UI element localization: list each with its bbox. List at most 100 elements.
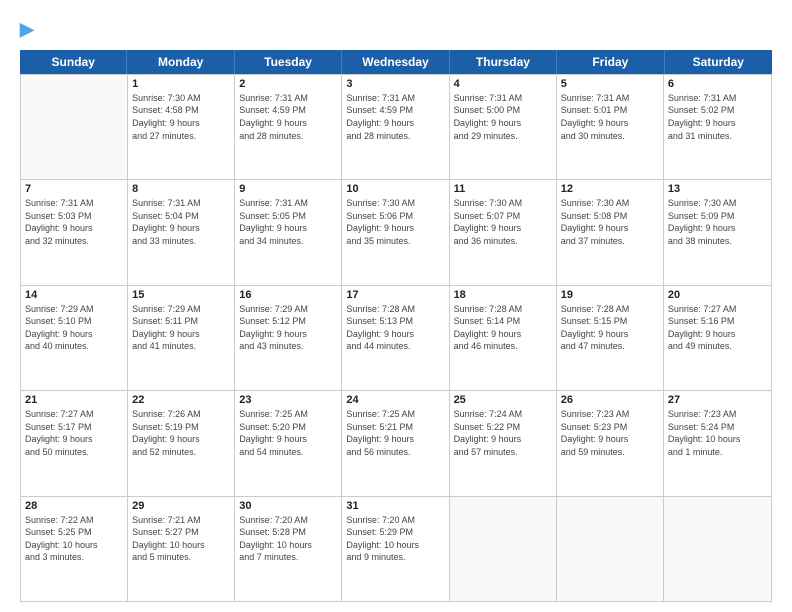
calendar-cell: 18 Sunrise: 7:28 AM Sunset: 5:14 PM Dayli… (450, 286, 557, 390)
day-info: Sunrise: 7:29 AM Sunset: 5:10 PM Dayligh… (25, 303, 123, 353)
calendar-cell: 13Sunrise: 7:30 AM Sunset: 5:09 PM Dayli… (664, 180, 771, 284)
day-info: Sunrise: 7:30 AM Sunset: 5:07 PM Dayligh… (454, 197, 552, 247)
day-info: Sunrise: 7:31 AM Sunset: 5:05 PM Dayligh… (239, 197, 337, 247)
day-info: Sunrise: 7:31 AM Sunset: 4:59 PM Dayligh… (346, 92, 444, 142)
day-number: 6 (668, 78, 767, 90)
day-info: Sunrise: 7:31 AM Sunset: 5:03 PM Dayligh… (25, 197, 123, 247)
day-info: Sunrise: 7:31 AM Sunset: 5:02 PM Dayligh… (668, 92, 767, 142)
day-number: 12 (561, 183, 659, 195)
calendar-body: 1 Sunrise: 7:30 AM Sunset: 4:58 PM Daylig… (20, 74, 772, 602)
day-number: 22 (132, 394, 230, 406)
calendar-cell: 5 Sunrise: 7:31 AM Sunset: 5:01 PM Daylig… (557, 75, 664, 179)
calendar-row: 7 Sunrise: 7:31 AM Sunset: 5:03 PM Daylig… (21, 179, 771, 284)
calendar-cell: 16 Sunrise: 7:29 AM Sunset: 5:12 PM Dayli… (235, 286, 342, 390)
calendar-cell (664, 497, 771, 601)
calendar-cell: 8Sunrise: 7:31 AM Sunset: 5:04 PM Daylig… (128, 180, 235, 284)
page: ▶ SundayMondayTuesdayWednesdayThursdayFr… (0, 0, 792, 612)
day-number: 19 (561, 289, 659, 301)
day-info: Sunrise: 7:30 AM Sunset: 5:09 PM Dayligh… (668, 197, 767, 247)
day-info: Sunrise: 7:29 AM Sunset: 5:12 PM Dayligh… (239, 303, 337, 353)
day-info: Sunrise: 7:27 AM Sunset: 5:16 PM Dayligh… (668, 303, 767, 353)
calendar-cell: 26Sunrise: 7:23 AM Sunset: 5:23 PM Dayli… (557, 391, 664, 495)
calendar-cell: 3 Sunrise: 7:31 AM Sunset: 4:59 PM Daylig… (342, 75, 449, 179)
day-number: 28 (25, 500, 123, 512)
calendar-cell (557, 497, 664, 601)
calendar-cell: 22 Sunrise: 7:26 AM Sunset: 5:19 PM Dayli… (128, 391, 235, 495)
calendar-cell: 1 Sunrise: 7:30 AM Sunset: 4:58 PM Daylig… (128, 75, 235, 179)
calendar-cell: 19 Sunrise: 7:28 AM Sunset: 5:15 PM Dayli… (557, 286, 664, 390)
weekday-header: Friday (557, 50, 664, 74)
day-info: Sunrise: 7:22 AM Sunset: 5:25 PM Dayligh… (25, 514, 123, 564)
day-info: Sunrise: 7:23 AM Sunset: 5:24 PM Dayligh… (668, 408, 767, 458)
calendar-cell: 17Sunrise: 7:28 AM Sunset: 5:13 PM Dayli… (342, 286, 449, 390)
day-number: 24 (346, 394, 444, 406)
day-number: 7 (25, 183, 123, 195)
calendar-cell: 11 Sunrise: 7:30 AM Sunset: 5:07 PM Dayli… (450, 180, 557, 284)
day-info: Sunrise: 7:28 AM Sunset: 5:13 PM Dayligh… (346, 303, 444, 353)
calendar-cell: 23 Sunrise: 7:25 AM Sunset: 5:20 PM Dayli… (235, 391, 342, 495)
header: ▶ (20, 16, 772, 40)
day-info: Sunrise: 7:28 AM Sunset: 5:15 PM Dayligh… (561, 303, 659, 353)
day-number: 31 (346, 500, 444, 512)
day-info: Sunrise: 7:31 AM Sunset: 4:59 PM Dayligh… (239, 92, 337, 142)
day-info: Sunrise: 7:30 AM Sunset: 4:58 PM Dayligh… (132, 92, 230, 142)
logo: ▶ (20, 20, 34, 40)
calendar-cell: 29 Sunrise: 7:21 AM Sunset: 5:27 PM Dayli… (128, 497, 235, 601)
day-number: 29 (132, 500, 230, 512)
calendar-cell: 20Sunrise: 7:27 AM Sunset: 5:16 PM Dayli… (664, 286, 771, 390)
calendar-cell: 7 Sunrise: 7:31 AM Sunset: 5:03 PM Daylig… (21, 180, 128, 284)
day-number: 5 (561, 78, 659, 90)
logo-text: ▶ (20, 20, 34, 40)
calendar-cell (21, 75, 128, 179)
day-number: 11 (454, 183, 552, 195)
day-number: 25 (454, 394, 552, 406)
calendar-row: 14 Sunrise: 7:29 AM Sunset: 5:10 PM Dayli… (21, 285, 771, 390)
day-info: Sunrise: 7:31 AM Sunset: 5:01 PM Dayligh… (561, 92, 659, 142)
weekday-header: Saturday (665, 50, 772, 74)
weekday-header: Monday (127, 50, 234, 74)
calendar-cell: 10Sunrise: 7:30 AM Sunset: 5:06 PM Dayli… (342, 180, 449, 284)
day-info: Sunrise: 7:20 AM Sunset: 5:28 PM Dayligh… (239, 514, 337, 564)
day-info: Sunrise: 7:29 AM Sunset: 5:11 PM Dayligh… (132, 303, 230, 353)
calendar-cell: 15 Sunrise: 7:29 AM Sunset: 5:11 PM Dayli… (128, 286, 235, 390)
calendar-row: 1 Sunrise: 7:30 AM Sunset: 4:58 PM Daylig… (21, 74, 771, 179)
day-info: Sunrise: 7:26 AM Sunset: 5:19 PM Dayligh… (132, 408, 230, 458)
day-number: 27 (668, 394, 767, 406)
weekday-header: Wednesday (342, 50, 449, 74)
day-info: Sunrise: 7:24 AM Sunset: 5:22 PM Dayligh… (454, 408, 552, 458)
calendar-cell (450, 497, 557, 601)
day-info: Sunrise: 7:20 AM Sunset: 5:29 PM Dayligh… (346, 514, 444, 564)
calendar-cell: 31 Sunrise: 7:20 AM Sunset: 5:29 PM Dayli… (342, 497, 449, 601)
day-number: 14 (25, 289, 123, 301)
day-number: 10 (346, 183, 444, 195)
day-number: 23 (239, 394, 337, 406)
calendar-cell: 6 Sunrise: 7:31 AM Sunset: 5:02 PM Daylig… (664, 75, 771, 179)
day-info: Sunrise: 7:25 AM Sunset: 5:20 PM Dayligh… (239, 408, 337, 458)
day-info: Sunrise: 7:28 AM Sunset: 5:14 PM Dayligh… (454, 303, 552, 353)
calendar-cell: 30Sunrise: 7:20 AM Sunset: 5:28 PM Dayli… (235, 497, 342, 601)
day-number: 16 (239, 289, 337, 301)
calendar-row: 28 Sunrise: 7:22 AM Sunset: 5:25 PM Dayli… (21, 496, 771, 601)
day-number: 1 (132, 78, 230, 90)
day-number: 21 (25, 394, 123, 406)
calendar-header: SundayMondayTuesdayWednesdayThursdayFrid… (20, 50, 772, 74)
day-number: 8 (132, 183, 230, 195)
day-number: 15 (132, 289, 230, 301)
day-info: Sunrise: 7:27 AM Sunset: 5:17 PM Dayligh… (25, 408, 123, 458)
calendar: SundayMondayTuesdayWednesdayThursdayFrid… (20, 50, 772, 602)
calendar-cell: 28 Sunrise: 7:22 AM Sunset: 5:25 PM Dayli… (21, 497, 128, 601)
day-number: 4 (454, 78, 552, 90)
day-info: Sunrise: 7:21 AM Sunset: 5:27 PM Dayligh… (132, 514, 230, 564)
calendar-cell: 9 Sunrise: 7:31 AM Sunset: 5:05 PM Daylig… (235, 180, 342, 284)
day-info: Sunrise: 7:31 AM Sunset: 5:00 PM Dayligh… (454, 92, 552, 142)
day-number: 9 (239, 183, 337, 195)
day-info: Sunrise: 7:30 AM Sunset: 5:08 PM Dayligh… (561, 197, 659, 247)
weekday-header: Thursday (450, 50, 557, 74)
day-number: 18 (454, 289, 552, 301)
day-number: 26 (561, 394, 659, 406)
calendar-row: 21 Sunrise: 7:27 AM Sunset: 5:17 PM Dayli… (21, 390, 771, 495)
calendar-cell: 27 Sunrise: 7:23 AM Sunset: 5:24 PM Dayli… (664, 391, 771, 495)
calendar-cell: 24Sunrise: 7:25 AM Sunset: 5:21 PM Dayli… (342, 391, 449, 495)
day-number: 3 (346, 78, 444, 90)
weekday-header: Tuesday (235, 50, 342, 74)
